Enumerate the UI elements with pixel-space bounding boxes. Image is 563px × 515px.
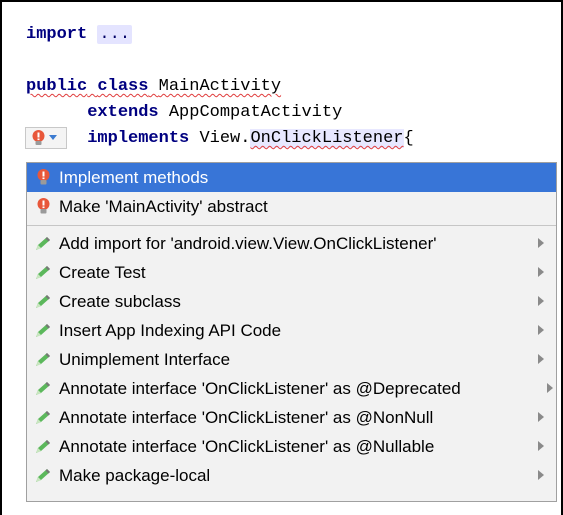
submenu-arrow-icon[interactable]: [538, 325, 544, 335]
intention-item-annotate-deprecated[interactable]: Annotate interface 'OnClickListener' as …: [27, 374, 556, 403]
folded-imports[interactable]: ...: [97, 25, 133, 44]
keyword-implements: implements: [87, 129, 190, 148]
red-bulb-icon: [33, 168, 53, 188]
code-line-extends: extends AppCompatActivity: [26, 102, 414, 128]
intention-item-unimplement[interactable]: Unimplement Interface: [27, 345, 556, 374]
keyword-extends: extends: [87, 103, 159, 122]
pencil-icon: [33, 350, 53, 370]
keyword-import: import: [26, 25, 88, 44]
interface-prefix: View.: [199, 129, 251, 148]
code-editor[interactable]: import ... public class MainActivity ext…: [25, 24, 414, 154]
item-label: Insert App Indexing API Code: [59, 320, 282, 340]
submenu-arrow-icon[interactable]: [538, 470, 544, 480]
intention-bulb-button[interactable]: [25, 127, 67, 149]
submenu-arrow-icon[interactable]: [538, 441, 544, 451]
code-line-implements: implements View.OnClickListener{: [25, 127, 414, 154]
superclass-name: AppCompatActivity: [168, 103, 343, 122]
intention-item-annotate-nonnull[interactable]: Annotate interface 'OnClickListener' as …: [27, 403, 556, 432]
submenu-arrow-icon[interactable]: [538, 238, 544, 248]
quickfix-item-implement-methods[interactable]: Implement methods: [27, 163, 556, 192]
intention-item-app-indexing[interactable]: Insert App Indexing API Code: [27, 316, 556, 345]
item-label: Create subclass: [59, 291, 181, 311]
item-label: Unimplement Interface: [59, 349, 231, 369]
pencil-icon: [33, 466, 53, 486]
item-label: Annotate interface 'OnClickListener' as …: [59, 436, 435, 456]
intention-item-add-import[interactable]: Add import for 'android.view.View.OnClic…: [27, 229, 556, 258]
code-line-class: public class MainActivity: [26, 76, 414, 102]
pencil-icon: [33, 321, 53, 341]
keyword-public: public: [26, 77, 88, 96]
red-bulb-icon: [33, 197, 53, 217]
submenu-arrow-icon[interactable]: [538, 296, 544, 306]
pencil-icon: [33, 292, 53, 312]
submenu-arrow-icon[interactable]: [547, 383, 553, 393]
item-label: Add import for 'android.view.View.OnClic…: [59, 233, 437, 253]
popup-separator: [27, 225, 556, 226]
screenshot-frame: import ... public class MainActivity ext…: [0, 0, 563, 515]
pencil-icon: [33, 437, 53, 457]
open-brace: {: [403, 129, 414, 148]
code-line-import: import ...: [26, 24, 414, 50]
item-label: Implement methods: [59, 167, 209, 187]
item-label: Annotate interface 'OnClickListener' as …: [59, 378, 461, 398]
item-label: Create Test: [59, 262, 146, 282]
interface-name[interactable]: OnClickListener: [250, 129, 404, 148]
quickfix-item-make-abstract[interactable]: Make 'MainActivity' abstract: [27, 192, 556, 221]
item-label: Make package-local: [59, 465, 211, 485]
pencil-icon: [33, 234, 53, 254]
chevron-down-icon: [49, 135, 57, 140]
intention-actions-popup: Implement methods Make 'MainActivity' ab…: [26, 162, 557, 502]
intention-item-annotate-nullable[interactable]: Annotate interface 'OnClickListener' as …: [27, 432, 556, 461]
red-bulb-icon: [32, 130, 45, 145]
submenu-arrow-icon[interactable]: [538, 267, 544, 277]
intention-item-create-test[interactable]: Create Test: [27, 258, 556, 287]
keyword-class: class: [97, 77, 149, 96]
intention-item-create-subclass[interactable]: Create subclass: [27, 287, 556, 316]
item-label: Annotate interface 'OnClickListener' as …: [59, 407, 434, 427]
submenu-arrow-icon[interactable]: [538, 412, 544, 422]
intention-item-make-package-local[interactable]: Make package-local: [27, 461, 556, 490]
pencil-icon: [33, 408, 53, 428]
class-name: MainActivity: [158, 77, 282, 96]
submenu-arrow-icon[interactable]: [538, 354, 544, 364]
pencil-icon: [33, 263, 53, 283]
pencil-icon: [33, 379, 53, 399]
item-label: Make 'MainActivity' abstract: [59, 196, 268, 216]
